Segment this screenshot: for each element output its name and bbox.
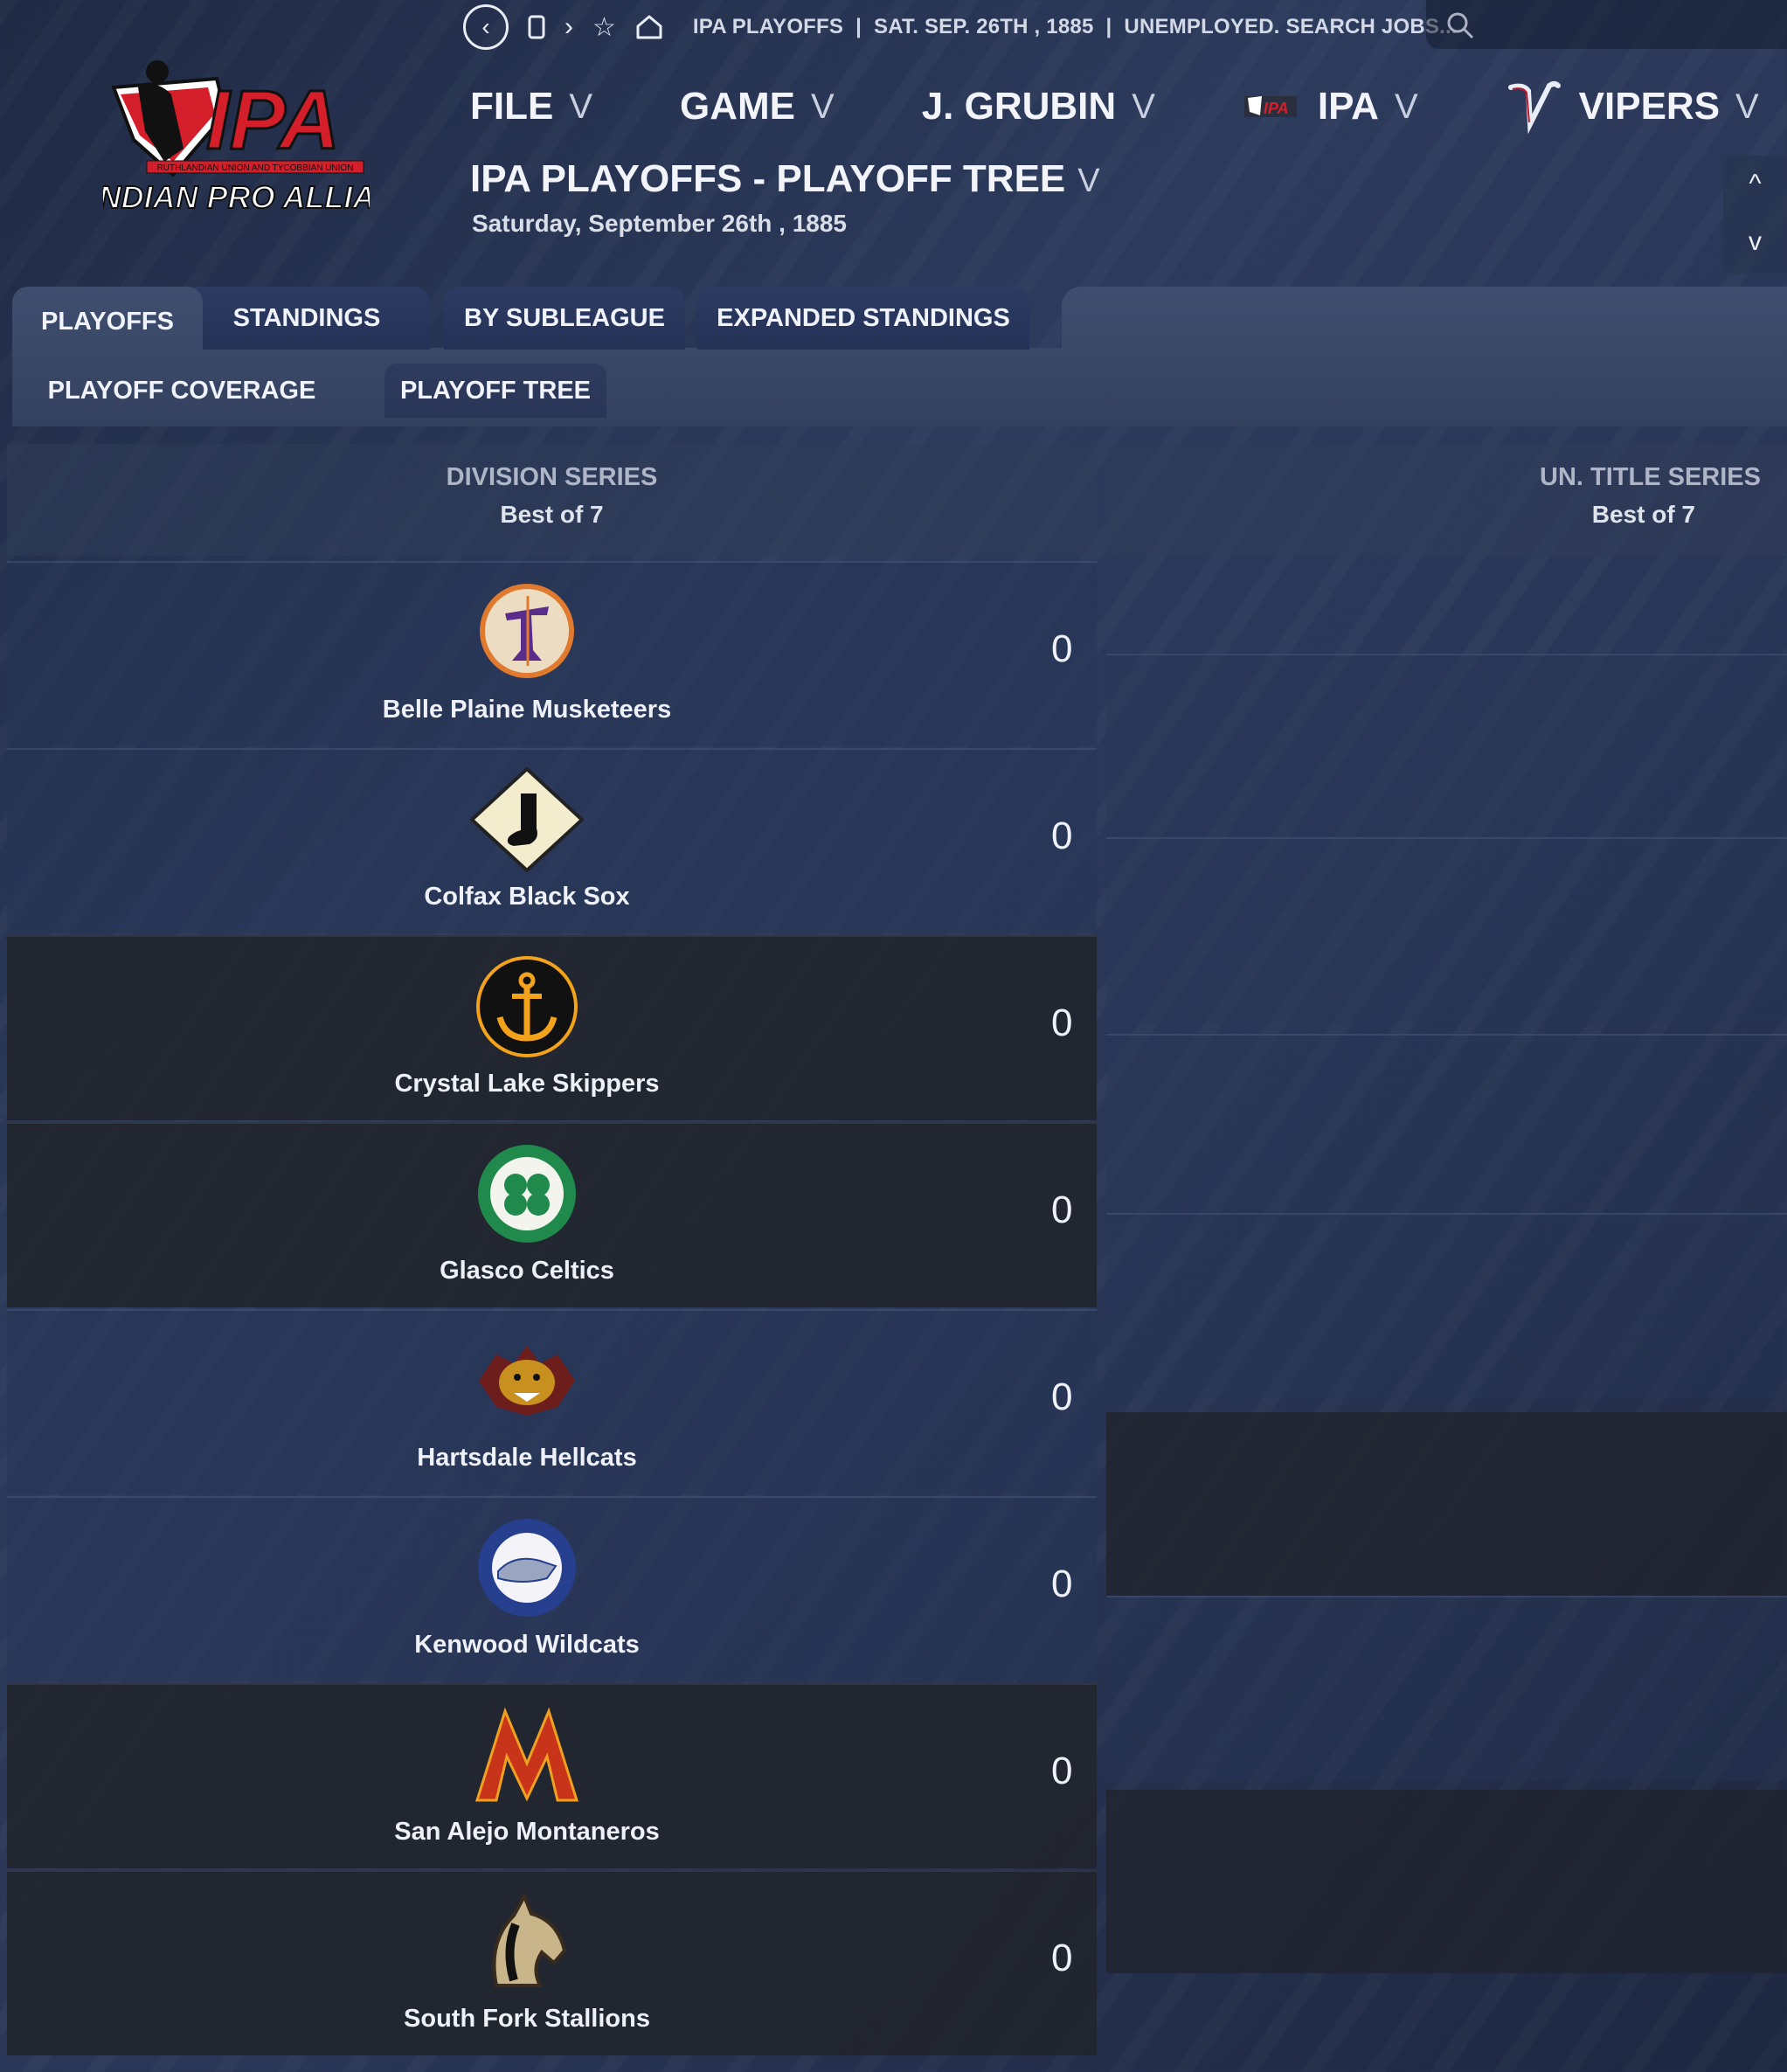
title-series-column: UN. TITLE SERIES Best of 7 xyxy=(1106,444,1787,2072)
chevron-down-icon: V xyxy=(569,87,593,126)
menu-team-label: VIPERS xyxy=(1578,85,1721,128)
title-series-title: UN. TITLE SERIES xyxy=(1540,463,1761,491)
breadcrumb-league[interactable]: IPA PLAYOFFS xyxy=(693,15,843,38)
series-score: 0 xyxy=(1051,1937,1073,1979)
breadcrumb-date[interactable]: SAT. SEP. 26TH , 1885 xyxy=(874,15,1093,38)
svg-text:RUTHLANDIAN UNION AND TYCOBBIA: RUTHLANDIAN UNION AND TYCOBBIAN UNION xyxy=(157,163,354,173)
svg-text:IPA: IPA xyxy=(206,73,340,167)
division-series-header: DIVISION SERIES Best of 7 xyxy=(7,444,1097,556)
league-logo[interactable]: IPA RUTHLANDIAN UNION AND TYCOBBIAN UNIO… xyxy=(26,52,443,232)
menu-game-label: GAME xyxy=(680,85,796,128)
team-name[interactable]: Glasco Celtics xyxy=(7,1257,1047,1285)
menu-game[interactable]: GAME V xyxy=(680,85,835,128)
chevron-down-icon: V xyxy=(811,87,835,126)
wildcat-icon xyxy=(478,1519,576,1617)
bracket-slot xyxy=(1106,1034,1787,1219)
team-name[interactable]: Kenwood Wildcats xyxy=(7,1631,1047,1660)
page-title-label: IPA PLAYOFFS - PLAYOFF TREE xyxy=(470,157,1066,200)
chevron-down-icon: V xyxy=(1394,87,1418,126)
tab-area: STANDINGS BY SUBLEAGUE EXPANDED STANDING… xyxy=(0,287,1787,426)
home-icon[interactable] xyxy=(635,14,663,40)
bracket-slot xyxy=(1106,654,1787,839)
title-series-header: UN. TITLE SERIES Best of 7 xyxy=(1106,444,1787,556)
page-title[interactable]: IPA PLAYOFFS - PLAYOFF TREE V xyxy=(470,157,1100,201)
menu-manager-label: J. GRUBIN xyxy=(921,85,1117,128)
search-icon[interactable] xyxy=(1445,10,1475,40)
team-name[interactable]: South Fork Stallions xyxy=(7,2005,1047,2034)
bracket-slot xyxy=(1106,1412,1787,1596)
series-score: 0 xyxy=(1051,1188,1073,1231)
scroll-up-icon[interactable]: ^ xyxy=(1723,156,1787,213)
team-row[interactable]: San Alejo Montaneros 0 xyxy=(7,1683,1097,1868)
phone-icon[interactable] xyxy=(528,15,545,39)
team-name[interactable]: San Alejo Montaneros xyxy=(7,1818,1047,1847)
team-name[interactable]: Belle Plaine Musketeers xyxy=(7,696,1047,724)
tab-playoffs[interactable]: PLAYOFFS xyxy=(12,287,203,357)
page-date: Saturday, September 26th , 1885 xyxy=(472,210,847,237)
team-row[interactable]: Hartsdale Hellcats 0 xyxy=(7,1309,1097,1494)
black-sock-icon xyxy=(470,767,584,872)
chevron-down-icon: V xyxy=(1077,163,1100,199)
mountain-m-icon xyxy=(474,1707,579,1802)
bracket-slot xyxy=(1106,1213,1787,1398)
tab-standings[interactable]: STANDINGS xyxy=(184,287,430,350)
vipers-logo-icon xyxy=(1507,81,1561,135)
team-row[interactable]: Glasco Celtics 0 xyxy=(7,1122,1097,1307)
stallion-icon xyxy=(492,1892,567,1987)
tab-expanded-standings[interactable]: EXPANDED STANDINGS xyxy=(697,287,1029,350)
series-score: 0 xyxy=(1051,814,1073,857)
back-icon[interactable]: ‹ xyxy=(463,4,509,50)
bracket-slot xyxy=(1106,837,1787,1022)
playoff-tree: DIVISION SERIES Best of 7 Belle Plaine M… xyxy=(7,444,1787,2072)
team-row[interactable]: Belle Plaine Musketeers 0 xyxy=(7,561,1097,746)
search-box[interactable] xyxy=(1426,0,1787,49)
header-scroll-control: ^ v xyxy=(1723,156,1787,274)
subtab-playoff-tree[interactable]: PLAYOFF TREE xyxy=(384,364,606,418)
team-row[interactable]: Crystal Lake Skippers 0 xyxy=(7,935,1097,1120)
svg-text:ISLANDIAN PRO ALLIANCE: ISLANDIAN PRO ALLIANCE xyxy=(103,179,370,215)
bracket-slot xyxy=(1106,1596,1787,1781)
team-row[interactable]: South Fork Stallions 0 xyxy=(7,1870,1097,2055)
star-icon[interactable]: ☆ xyxy=(592,12,616,43)
breadcrumb-job-status[interactable]: UNEMPLOYED. SEARCH JOBS... xyxy=(1124,15,1457,38)
bracket-slot xyxy=(1106,1790,1787,1973)
team-row[interactable]: Colfax Black Sox 0 xyxy=(7,748,1097,933)
musketeer-icon xyxy=(480,584,574,678)
subtab-playoff-coverage[interactable]: PLAYOFF COVERAGE xyxy=(26,364,337,418)
series-score: 0 xyxy=(1051,1001,1073,1044)
series-score: 0 xyxy=(1051,627,1073,670)
league-mini-logo-icon: IPA xyxy=(1243,96,1297,117)
forward-icon[interactable]: › xyxy=(564,12,573,42)
menu-file[interactable]: FILE V xyxy=(470,85,592,128)
clover-icon xyxy=(478,1145,576,1243)
division-series-column: DIVISION SERIES Best of 7 Belle Plaine M… xyxy=(7,444,1097,2072)
team-row[interactable]: Kenwood Wildcats 0 xyxy=(7,1496,1097,1681)
chevron-down-icon: V xyxy=(1132,87,1155,126)
series-score: 0 xyxy=(1051,1750,1073,1792)
menu-league[interactable]: IPA IPA V xyxy=(1243,85,1418,128)
menu-league-label: IPA xyxy=(1317,85,1379,128)
tab-bar-filler xyxy=(1062,287,1787,352)
menu-team[interactable]: VIPERS V xyxy=(1506,79,1759,135)
hellcat-icon xyxy=(479,1346,575,1416)
anchor-icon xyxy=(476,956,578,1057)
series-score: 0 xyxy=(1051,1376,1073,1418)
main-menu: FILE V GAME V J. GRUBIN V IPA IPA V VIPERS V xyxy=(470,79,1787,135)
svg-text:IPA: IPA xyxy=(1264,100,1289,117)
team-name[interactable]: Hartsdale Hellcats xyxy=(7,1444,1047,1473)
tab-by-subleague[interactable]: BY SUBLEAGUE xyxy=(444,287,685,350)
series-score: 0 xyxy=(1051,1563,1073,1605)
menu-manager[interactable]: J. GRUBIN V xyxy=(922,85,1155,128)
scroll-down-icon[interactable]: v xyxy=(1723,213,1787,271)
division-series-title: DIVISION SERIES xyxy=(446,463,658,491)
breadcrumb: IPA PLAYOFFS | SAT. SEP. 26TH , 1885 | UNEMP… xyxy=(692,15,1458,38)
division-series-format: Best of 7 xyxy=(500,501,604,528)
title-series-format: Best of 7 xyxy=(1591,501,1695,528)
team-name[interactable]: Colfax Black Sox xyxy=(7,883,1047,911)
team-name[interactable]: Crystal Lake Skippers xyxy=(7,1070,1047,1098)
menu-file-label: FILE xyxy=(470,85,554,128)
chevron-down-icon: V xyxy=(1735,87,1759,126)
